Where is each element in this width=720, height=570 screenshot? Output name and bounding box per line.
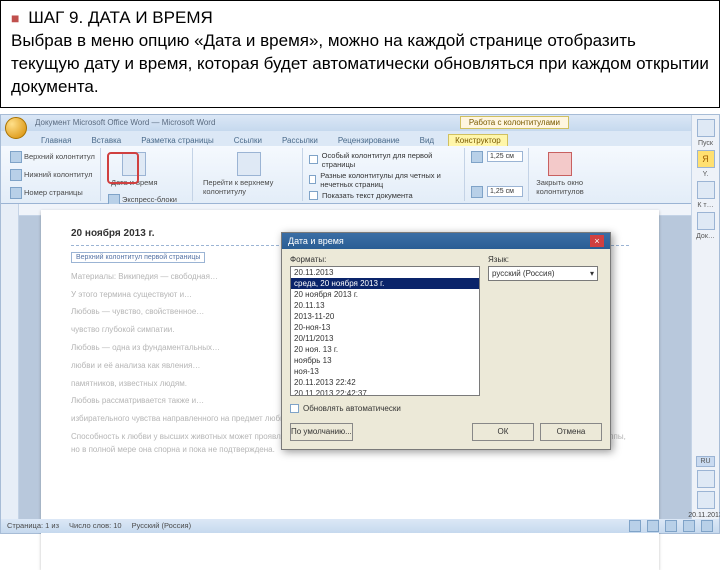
tray-icon[interactable] <box>697 470 715 488</box>
view-web-icon[interactable] <box>665 520 677 532</box>
page-number-icon <box>10 187 22 199</box>
ok-button[interactable]: ОК <box>472 423 534 441</box>
instruction-panel: ■ ШАГ 9. ДАТА И ВРЕМЯ Выбрав в меню опци… <box>0 0 720 108</box>
step-body: Выбрав в меню опцию «Дата и время», можн… <box>11 30 709 99</box>
checkbox-icon <box>309 191 318 200</box>
status-bar: Страница: 1 из Число слов: 10 Русский (Р… <box>1 519 719 533</box>
sidebar-app-icon[interactable] <box>697 119 715 137</box>
yandex-icon[interactable]: Я <box>697 150 715 168</box>
goto-header-icon <box>237 152 261 176</box>
sidebar-label[interactable]: Док… <box>696 233 715 240</box>
language-label: Язык: <box>488 255 602 264</box>
margin-top-icon <box>471 151 483 163</box>
sidebar-label[interactable]: Пуск <box>698 140 713 147</box>
view-print-layout-icon[interactable] <box>629 520 641 532</box>
view-reading-icon[interactable] <box>647 520 659 532</box>
dialog-titlebar[interactable]: Дата и время × <box>282 233 610 249</box>
ribbon-tabstrip: Главная Вставка Разметка страницы Ссылки… <box>1 131 719 146</box>
format-option[interactable]: 20.11.2013 22:42 <box>291 377 479 388</box>
dialog-close-button[interactable]: × <box>590 235 604 247</box>
default-button[interactable]: По умолчанию... <box>290 423 353 441</box>
tab-insert[interactable]: Вставка <box>85 135 127 146</box>
ribbon: Верхний колонтитул Нижний колонтитул Ном… <box>1 146 719 204</box>
language-dropdown[interactable]: русский (Россия) ▾ <box>488 266 598 281</box>
view-outline-icon[interactable] <box>683 520 695 532</box>
margin-bottom-icon <box>471 186 483 198</box>
word-window: Документ Microsoft Office Word — Microso… <box>0 114 720 534</box>
sidebar-label[interactable]: Y. <box>703 171 709 178</box>
status-page[interactable]: Страница: 1 из <box>7 521 59 530</box>
format-option[interactable]: 20.11.2013 22:42:37 <box>291 388 479 396</box>
contextual-tab-group-label: Работа с колонтитулами <box>460 116 569 129</box>
sidebar-app-icon[interactable] <box>697 181 715 199</box>
checkbox-icon <box>290 404 299 413</box>
browser-sidebar: Пуск Я Y. К т… Док… RU 20.11.2013 <box>691 115 719 519</box>
clock: 20.11.2013 <box>688 512 720 519</box>
goto-header-button[interactable]: Перейти к верхнему колонтитулу <box>199 150 298 198</box>
footer-icon <box>10 169 22 181</box>
formats-listbox[interactable]: 20.11.2013 среда, 20 ноября 2013 г. 20 н… <box>290 266 480 396</box>
header-button[interactable]: Верхний колонтитул <box>9 150 96 164</box>
auto-update-checkbox[interactable]: Обновлять автоматически <box>290 404 602 413</box>
footer-button[interactable]: Нижний колонтитул <box>9 168 93 182</box>
header-from-top-spinner[interactable]: 1,25 см <box>471 151 524 163</box>
format-option[interactable]: ноябрь 13 <box>291 355 479 366</box>
window-titlebar: Документ Microsoft Office Word — Microso… <box>1 115 719 131</box>
format-option[interactable]: 2013-11-20 <box>291 311 479 322</box>
header-icon <box>10 151 22 163</box>
show-doc-text-checkbox[interactable]: Показать текст документа <box>309 191 460 200</box>
tray-icon[interactable] <box>697 491 715 509</box>
format-option[interactable]: 20/11/2013 <box>291 333 479 344</box>
different-odd-even-checkbox[interactable]: Разные колонтитулы для четных и нечетных… <box>309 171 460 189</box>
date-time-button[interactable]: Дата и время <box>107 150 162 189</box>
status-language[interactable]: Русский (Россия) <box>132 521 192 530</box>
checkbox-icon <box>309 175 316 184</box>
status-word-count[interactable]: Число слов: 10 <box>69 521 122 530</box>
view-draft-icon[interactable] <box>701 520 713 532</box>
date-time-dialog: Дата и время × Форматы: 20.11.2013 среда… <box>281 232 611 450</box>
vertical-ruler[interactable] <box>1 204 19 519</box>
format-option[interactable]: 20 ноября 2013 г. <box>291 289 479 300</box>
calendar-clock-icon <box>122 152 146 176</box>
document-page[interactable]: 20 ноября 2013 г. Верхний колонтитул пер… <box>41 210 659 570</box>
sidebar-label[interactable]: К т… <box>697 202 713 209</box>
format-option[interactable]: 20.11.2013 <box>291 267 479 278</box>
language-indicator[interactable]: RU <box>696 456 714 467</box>
formats-label: Форматы: <box>290 255 480 264</box>
tab-references[interactable]: Ссылки <box>228 135 268 146</box>
tab-home[interactable]: Главная <box>35 135 77 146</box>
tab-header-footer-design[interactable]: Конструктор <box>448 134 508 146</box>
close-icon <box>548 152 572 176</box>
format-option[interactable]: среда, 20 ноября 2013 г. <box>291 278 479 289</box>
page-number-button[interactable]: Номер страницы <box>9 186 84 200</box>
chevron-down-icon: ▾ <box>590 269 594 278</box>
different-first-page-checkbox[interactable]: Особый колонтитул для первой страницы <box>309 151 460 169</box>
bullet-icon: ■ <box>11 10 19 26</box>
step-title: ШАГ 9. ДАТА И ВРЕМЯ <box>28 8 213 27</box>
tab-mailings[interactable]: Рассылки <box>276 135 324 146</box>
sidebar-app-icon[interactable] <box>697 212 715 230</box>
tab-review[interactable]: Рецензирование <box>332 135 406 146</box>
format-option[interactable]: ноя-13 <box>291 366 479 377</box>
header-region-label: Верхний колонтитул первой страницы <box>71 252 205 263</box>
document-title: Документ Microsoft Office Word — Microso… <box>35 118 215 127</box>
close-header-footer-button[interactable]: Закрыть окно колонтитулов <box>535 150 585 198</box>
footer-from-bottom-spinner[interactable]: 1,25 см <box>471 186 524 198</box>
format-option[interactable]: 20.11.13 <box>291 300 479 311</box>
document-area: 20 ноября 2013 г. Верхний колонтитул пер… <box>1 204 719 519</box>
format-option[interactable]: 20 ноя. 13 г. <box>291 344 479 355</box>
tab-view[interactable]: Вид <box>414 135 440 146</box>
format-option[interactable]: 20-ноя-13 <box>291 322 479 333</box>
cancel-button[interactable]: Отмена <box>540 423 602 441</box>
checkbox-icon <box>309 155 318 164</box>
tab-layout[interactable]: Разметка страницы <box>135 135 220 146</box>
dialog-title: Дата и время <box>288 236 344 246</box>
office-button[interactable] <box>5 117 27 139</box>
